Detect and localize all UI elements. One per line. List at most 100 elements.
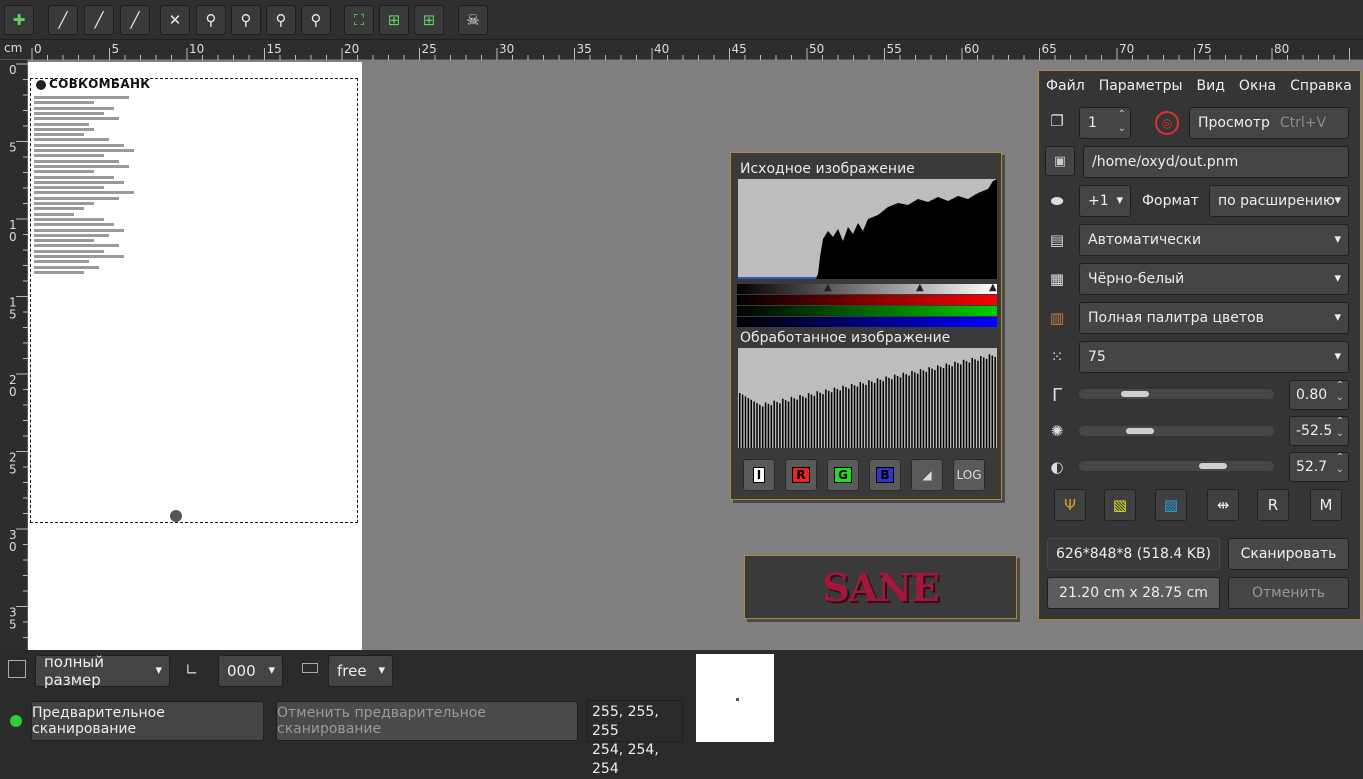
brightness-value[interactable]: -52.5	[1289, 416, 1349, 446]
zoom-full-icon[interactable]: ⚲	[301, 5, 331, 35]
pipette-black-icon[interactable]: ╱	[48, 5, 78, 35]
contrast-value[interactable]: 52.7	[1289, 452, 1349, 482]
source-histogram-title: Исходное изображение	[740, 161, 915, 177]
pipette-white-icon[interactable]: ╱	[120, 5, 150, 35]
histogram-bar	[776, 401, 778, 448]
menu-view[interactable]: Вид	[1197, 78, 1225, 94]
selection-rectangle[interactable]	[30, 78, 358, 523]
ruler-ticks-vertical: 05101520253035	[9, 63, 28, 638]
histogram-bar	[879, 379, 882, 448]
default-enhancement-icon[interactable]: ⇹	[1207, 489, 1239, 521]
menu-help[interactable]: Справка	[1290, 78, 1352, 94]
ruler-label: 0	[9, 385, 17, 399]
scan-button[interactable]: Сканировать	[1228, 538, 1349, 570]
format-combo[interactable]: по расширению	[1209, 185, 1349, 217]
cancel-scan-button[interactable]: Отменить	[1228, 577, 1349, 609]
gamma-slider[interactable]	[1079, 389, 1274, 399]
add-icon[interactable]: ✚	[4, 5, 34, 35]
ruler-label: 5	[112, 42, 120, 56]
brightness-slider[interactable]	[1079, 426, 1274, 436]
histogram-bar	[951, 366, 953, 448]
rgb-channels-icon[interactable]: Ψ	[1054, 489, 1086, 521]
scan-mode-icon: ▦	[1049, 270, 1065, 288]
histogram-bar	[971, 357, 973, 448]
white-point-marker[interactable]: ▲	[989, 282, 997, 293]
histogram-bar	[902, 372, 905, 448]
preview-scan-button[interactable]: Предварительное сканирование	[31, 701, 264, 741]
increment-combo[interactable]: +1	[1079, 185, 1131, 217]
blue-button[interactable]: B	[869, 459, 901, 491]
rotation-combo[interactable]: 000	[218, 655, 283, 687]
histogram-panel: Исходное изображение ▲ ▲ ▲ Обработанное …	[730, 152, 1002, 500]
black-point-marker[interactable]: ▲	[824, 282, 832, 293]
ruler-horizontal: cm 0 5 10 15 20 25 30 35 40 45 50 55 60 65 70 75 80	[0, 40, 1363, 60]
green-button[interactable]: G	[827, 459, 859, 491]
skull-icon[interactable]: ☠	[458, 5, 488, 35]
histogram-bar	[807, 393, 810, 448]
processed-histogram	[738, 348, 997, 448]
select-area-icon[interactable]: ⛶	[344, 5, 374, 35]
histogram-bar	[931, 368, 933, 448]
store-enhancement-icon[interactable]: M	[1310, 489, 1342, 521]
zoom-selection-icon[interactable]: ⚲	[231, 5, 261, 35]
menu-file[interactable]: Файл	[1046, 78, 1085, 94]
brightness-slider-handle[interactable]	[1125, 428, 1154, 434]
restore-enhancement-icon[interactable]: R	[1257, 489, 1289, 521]
preview-bottom-bar: полный размер ∟ 000 free Предварительное…	[0, 650, 1363, 777]
gamma-value[interactable]: 0.80	[1289, 380, 1349, 410]
preview-button[interactable]: Просмотр Ctrl+V	[1189, 107, 1349, 139]
zoom-combo[interactable]: полный размер	[35, 653, 170, 689]
log-button[interactable]: LOG	[953, 459, 985, 491]
pipette-gray-icon[interactable]: ╱	[84, 5, 114, 35]
histogram-bar	[991, 355, 994, 448]
toolbar: ✚ ╱ ╱ ╱ ✕ ⚲ ⚲ ⚲ ⚲ ⛶ ⊞ ⊞ ☠	[0, 0, 1363, 40]
histogram-bar	[988, 354, 991, 448]
zoom-out-icon[interactable]: ⚲	[266, 5, 296, 35]
histogram-bar	[827, 390, 830, 448]
ruler-label: 5	[9, 141, 17, 155]
histogram-mode-icon[interactable]: ◢	[911, 459, 943, 491]
histogram-bar	[799, 395, 801, 448]
histogram-bar	[793, 398, 796, 448]
zoom-undo-icon[interactable]: ✕	[160, 5, 190, 35]
scan-mode-combo[interactable]: Чёрно-белый	[1079, 263, 1349, 295]
histogram-bar	[842, 385, 844, 448]
histogram-bar	[925, 371, 928, 448]
histogram-bar	[856, 386, 859, 448]
histogram-bar	[859, 382, 862, 448]
maximize-selection-icon[interactable]: ⊞	[414, 5, 444, 35]
enhancement-icon[interactable]: ▧	[1104, 489, 1136, 521]
autoselect-icon[interactable]: ⊞	[379, 5, 409, 35]
histogram-bar	[876, 378, 879, 448]
contrast-slider-handle[interactable]	[1199, 463, 1228, 469]
contrast-slider[interactable]	[1079, 461, 1274, 471]
histogram-bar	[922, 370, 925, 448]
color-gradients[interactable]: ▲ ▲ ▲	[737, 282, 997, 327]
resolution-combo[interactable]: 75	[1079, 341, 1349, 373]
copies-spinbox[interactable]: 1 ⌃ ⌄	[1079, 107, 1131, 139]
brightness-icon: ✺	[1050, 422, 1064, 440]
cancel-preview-button[interactable]: Отменить предварительное сканирование	[276, 701, 578, 741]
source-histogram	[738, 179, 997, 279]
menu-options[interactable]: Параметры	[1099, 78, 1183, 94]
histogram-bar	[914, 372, 916, 448]
ruler-label: 55	[887, 42, 902, 56]
ratio-combo[interactable]: free	[328, 655, 393, 687]
histogram-bar	[891, 379, 893, 448]
intensity-button[interactable]: I	[743, 459, 775, 491]
output-path-field[interactable]: /home/oxyd/out.pnm	[1083, 146, 1349, 178]
auto-enhancement-icon[interactable]: ▨	[1155, 489, 1187, 521]
red-button[interactable]: R	[785, 459, 817, 491]
menu-windows[interactable]: Окна	[1239, 78, 1276, 94]
ratio-icon	[302, 663, 318, 673]
histogram-bar	[784, 400, 787, 448]
ruler-label: 5	[9, 463, 17, 477]
palette-combo[interactable]: Полная палитра цветов	[1079, 302, 1349, 334]
histogram-bar	[977, 360, 979, 448]
save-icon[interactable]: ▣	[1045, 146, 1075, 176]
histogram-bar	[896, 376, 899, 448]
gamma-slider-handle[interactable]	[1120, 391, 1149, 397]
gray-point-marker[interactable]: ▲	[916, 282, 924, 293]
zoom-in-icon[interactable]: ⚲	[196, 5, 226, 35]
scan-source-combo[interactable]: Автоматически	[1079, 224, 1349, 256]
